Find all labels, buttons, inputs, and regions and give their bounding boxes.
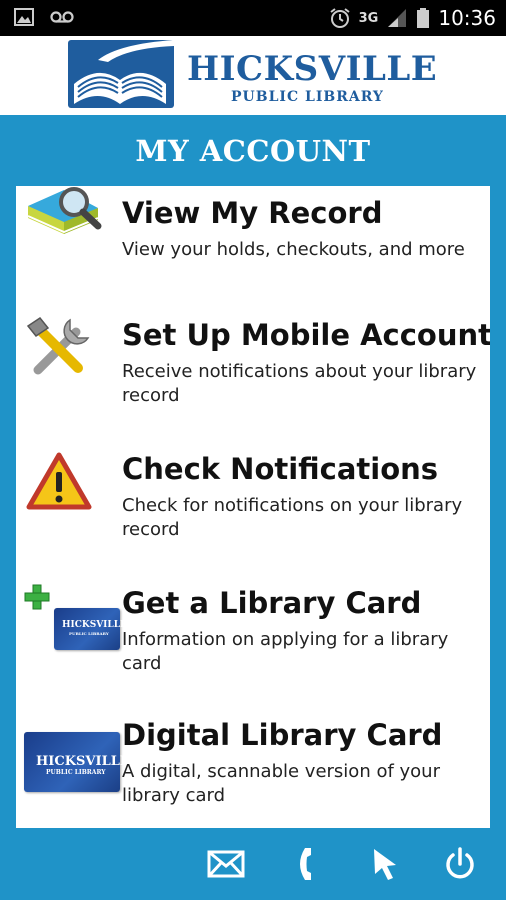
email-button[interactable] xyxy=(204,842,248,886)
email-icon xyxy=(207,850,245,878)
voicemail-icon xyxy=(50,11,74,23)
warning-icon xyxy=(26,452,92,510)
battery-icon xyxy=(417,8,430,28)
power-button[interactable] xyxy=(438,842,482,886)
card-icon-title: HICKSVILLE xyxy=(62,620,127,630)
menu-item-title: Get a Library Card xyxy=(122,586,422,620)
card-icon-title: HICKSVILLE xyxy=(36,754,130,769)
picture-icon xyxy=(14,8,34,26)
plus-icon xyxy=(24,584,50,610)
page-title-bar: MY ACCOUNT xyxy=(0,115,506,186)
status-bar: 3G 10:36 xyxy=(0,0,506,36)
book-magnifier-icon xyxy=(27,187,102,234)
logo-title: HICKSVILLE xyxy=(187,49,438,89)
power-icon xyxy=(446,847,474,879)
pointer-button[interactable] xyxy=(364,842,408,886)
digital-library-card-icon: HICKSVILLE PUBLIC LIBRARY xyxy=(24,732,130,792)
network-type: 3G xyxy=(358,10,379,26)
add-library-card-icon: HICKSVILLE PUBLIC LIBRARY xyxy=(54,608,127,650)
app-header: HICKSVILLE PUBLIC LIBRARY xyxy=(0,36,506,115)
card-icon-subtitle: PUBLIC LIBRARY xyxy=(69,631,109,636)
pointer-icon xyxy=(374,849,396,880)
menu-item-set-up-mobile-account[interactable]: Set Up Mobile Account Receive notificati… xyxy=(16,304,490,438)
menu-item-title: Check Notifications xyxy=(122,452,439,486)
menu-item-digital-library-card[interactable]: HICKSVILLE PUBLIC LIBRARY Digital Librar… xyxy=(16,706,490,828)
menu-item-description: Check for notifications on your library … xyxy=(122,495,463,540)
menu-item-view-my-record[interactable]: View My Record View your holds, checkout… xyxy=(16,186,490,304)
alarm-icon xyxy=(330,8,350,28)
menu-item-description: A digital, scannable version of your lib… xyxy=(122,761,440,806)
bottom-toolbar xyxy=(0,828,506,900)
menu-item-description: Information on applying for a library ca… xyxy=(122,629,449,674)
signal-icon xyxy=(388,9,407,27)
menu-item-title: View My Record xyxy=(122,196,383,230)
phone-icon xyxy=(300,848,311,880)
menu-item-description: Receive notifications about your library… xyxy=(122,361,477,406)
card-icon-subtitle: PUBLIC LIBRARY xyxy=(46,769,106,776)
tools-icon xyxy=(26,316,90,375)
library-logo-icon xyxy=(68,40,174,108)
clock: 10:36 xyxy=(438,6,496,30)
logo-subtitle: PUBLIC LIBRARY xyxy=(231,89,384,105)
menu-item-get-a-library-card[interactable]: HICKSVILLE PUBLIC LIBRARY Get a Library … xyxy=(16,572,490,706)
menu-item-title: Digital Library Card xyxy=(122,718,443,752)
page-title: MY ACCOUNT xyxy=(135,133,371,168)
menu-item-title: Set Up Mobile Account xyxy=(122,318,493,352)
menu-item-description: View your holds, checkouts, and more xyxy=(122,239,465,260)
menu-item-check-notifications[interactable]: Check Notifications Check for notificati… xyxy=(16,438,490,572)
menu-list: View My Record View your holds, checkout… xyxy=(0,186,506,828)
phone-button[interactable] xyxy=(288,842,332,886)
